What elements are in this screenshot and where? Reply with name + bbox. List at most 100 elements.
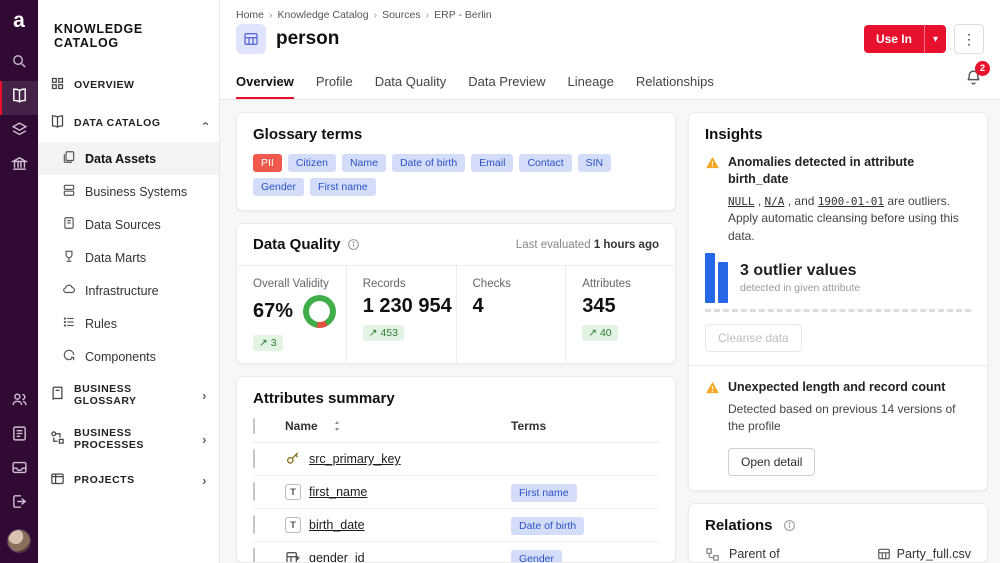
kebab-icon: ⋮ [962, 31, 976, 48]
info-icon[interactable] [347, 238, 360, 251]
term-chip[interactable]: First name [511, 484, 577, 502]
term-chip-first-name[interactable]: First name [310, 178, 376, 196]
table-row[interactable]: T first_name First name [253, 476, 659, 509]
tab-relationships[interactable]: Relationships [636, 65, 714, 99]
text-attribute-icon: T [285, 484, 301, 500]
user-avatar[interactable] [7, 529, 31, 553]
sidebar-item-projects[interactable]: PROJECTS › [38, 461, 219, 499]
info-icon[interactable] [783, 519, 796, 532]
baseline-dashes [705, 309, 971, 312]
attribute-link[interactable]: gender_id [309, 551, 365, 563]
sidebar-item-data-sources[interactable]: Data Sources [38, 208, 219, 241]
rail-search-button[interactable] [0, 47, 38, 81]
more-actions-button[interactable]: ⋮ [954, 24, 984, 54]
text-attribute-icon: T [285, 517, 301, 533]
select-all-checkbox[interactable] [253, 418, 255, 434]
term-chip-sin[interactable]: SIN [578, 154, 612, 172]
tab-data-preview[interactable]: Data Preview [468, 65, 545, 99]
projects-icon [50, 471, 65, 489]
rail-catalog-button[interactable] [0, 81, 38, 115]
breadcrumb-home[interactable]: Home [236, 9, 264, 21]
column-header-name[interactable]: Name [285, 419, 318, 433]
breadcrumb-erp-berlin[interactable]: ERP - Berlin [434, 9, 492, 21]
outlier-token: 1900-01-01 [818, 195, 884, 208]
cleanse-data-button[interactable]: Cleanse data [705, 324, 802, 352]
term-chip-gender[interactable]: Gender [253, 178, 304, 196]
term-chip[interactable]: Gender [511, 550, 562, 563]
sidebar-item-overview[interactable]: OVERVIEW [38, 66, 219, 104]
breadcrumb-knowledge-catalog[interactable]: Knowledge Catalog [278, 9, 369, 21]
tab-data-quality[interactable]: Data Quality [375, 65, 447, 99]
anomaly-insight-heading: Anomalies detected in attribute birth_da… [705, 154, 971, 188]
term-chip[interactable]: Date of birth [511, 517, 584, 535]
warning-icon [705, 380, 720, 395]
tab-lineage[interactable]: Lineage [568, 65, 614, 99]
attribute-link[interactable]: src_primary_key [309, 452, 401, 466]
row-checkbox[interactable] [253, 548, 255, 563]
row-checkbox[interactable] [253, 482, 255, 501]
sidebar-item-data-assets[interactable]: Data Assets [38, 142, 219, 175]
main-area: Home › Knowledge Catalog › Sources › ERP… [220, 0, 1000, 563]
term-chip-name[interactable]: Name [342, 154, 386, 172]
use-in-dropdown-button[interactable]: ▾ [924, 25, 946, 53]
glossary-terms-card: Glossary terms PII Citizen Name Date of … [236, 112, 676, 211]
app-logo[interactable]: a [13, 10, 25, 31]
sidebar-item-label: OVERVIEW [74, 79, 134, 91]
rail-inbox-button[interactable] [0, 453, 38, 487]
breadcrumb-separator: › [426, 9, 430, 21]
rail-profiling-button[interactable] [0, 115, 38, 149]
tab-profile[interactable]: Profile [316, 65, 353, 99]
table-row[interactable]: gender_id Gender [253, 542, 659, 563]
data-sources-icon [62, 216, 76, 233]
tab-overview[interactable]: Overview [236, 65, 294, 99]
stat-attributes: Attributes 345 ↗ 40 [565, 266, 675, 363]
sidebar-item-label: Infrastructure [85, 284, 159, 298]
use-in-button[interactable]: Use In [864, 25, 924, 53]
sidebar-item-rules[interactable]: Rules [38, 307, 219, 340]
term-chip-email[interactable]: Email [471, 154, 513, 172]
table-row[interactable]: src_primary_key [253, 443, 659, 476]
term-chip-date-of-birth[interactable]: Date of birth [392, 154, 465, 172]
sidebar-item-business-systems[interactable]: Business Systems [38, 175, 219, 208]
sidebar-item-components[interactable]: Components [38, 340, 219, 373]
attribute-link[interactable]: first_name [309, 485, 367, 499]
relation-row: Parent of Party_full.csv [705, 539, 971, 563]
rail-business-button[interactable] [0, 149, 38, 183]
notifications-button[interactable]: 2 [963, 63, 984, 99]
sidebar-item-infrastructure[interactable]: Infrastructure [38, 274, 219, 307]
table-row[interactable]: T birth_date Date of birth [253, 509, 659, 542]
sidebar-item-business-glossary[interactable]: BUSINESS GLOSSARY › [38, 373, 219, 417]
composite-attribute-icon [285, 550, 301, 563]
trend-badge: ↗ 40 [582, 325, 617, 341]
stat-records: Records 1 230 954 ↗ 453 [346, 266, 456, 363]
chevron-right-icon: › [202, 389, 207, 402]
sidebar-item-label: DATA CATALOG [74, 117, 160, 129]
sidebar-item-data-catalog[interactable]: DATA CATALOG › [38, 104, 219, 142]
breadcrumb-sources[interactable]: Sources [382, 9, 421, 21]
sort-icon[interactable] [332, 420, 342, 432]
row-checkbox[interactable] [253, 515, 255, 534]
page-title: person [276, 28, 339, 50]
term-chip-citizen[interactable]: Citizen [288, 154, 336, 172]
term-chip-contact[interactable]: Contact [519, 154, 571, 172]
open-detail-button[interactable]: Open detail [728, 448, 815, 476]
trend-badge: ↗ 3 [253, 335, 283, 351]
sidebar-item-data-marts[interactable]: Data Marts [38, 241, 219, 274]
tab-bar: Overview Profile Data Quality Data Previ… [220, 63, 1000, 100]
rail-users-button[interactable] [0, 385, 38, 419]
sidebar-item-label: Data Sources [85, 218, 161, 232]
attribute-link[interactable]: birth_date [309, 518, 365, 532]
rail-logout-button[interactable] [0, 487, 38, 521]
sidebar-item-label: Data Assets [85, 152, 156, 166]
sidebar-item-business-processes[interactable]: BUSINESS PROCESSES › [38, 417, 219, 461]
glossary-chip-list: PII Citizen Name Date of birth Email Con… [253, 154, 659, 196]
refresh-icon [62, 348, 76, 365]
anomaly-advice-text: Apply automatic cleansing before using t… [728, 210, 971, 245]
rail-reports-button[interactable] [0, 419, 38, 453]
relations-title: Relations [705, 517, 773, 534]
layers-icon [11, 121, 28, 143]
term-chip-pii[interactable]: PII [253, 154, 282, 172]
relation-target[interactable]: Party_full.csv [877, 547, 971, 561]
row-checkbox[interactable] [253, 449, 255, 468]
process-flow-icon [50, 430, 65, 448]
